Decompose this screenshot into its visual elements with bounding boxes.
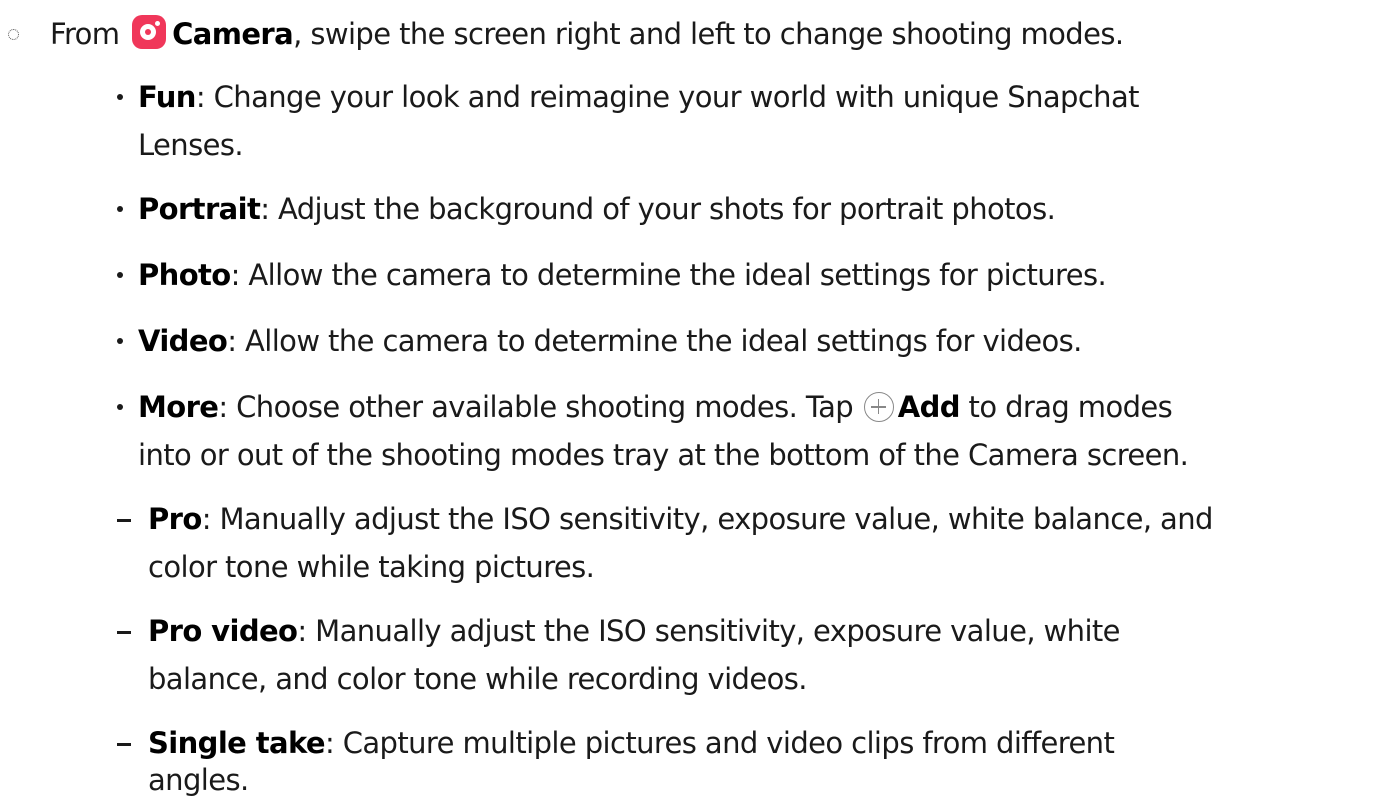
sub-bullet-dash: [117, 631, 131, 634]
add-label: Add: [897, 390, 961, 424]
intro-prefix: From: [50, 17, 120, 51]
mode-desc-cont: into or out of the shooting modes tray a…: [138, 438, 1189, 472]
submode-desc: : Manually adjust the ISO sensitivity, e…: [297, 614, 1120, 648]
sub-bullet-dash: [117, 519, 131, 522]
submode-desc: : Capture multiple pictures and video cl…: [324, 726, 1115, 760]
mode-desc-end: to drag modes: [968, 390, 1173, 424]
mode-video-line: Video: Allow the camera to determine the…: [138, 321, 1082, 361]
intro-rest: , swipe the screen right and left to cha…: [293, 17, 1124, 51]
mode-desc: : Change your look and reimagine your wo…: [195, 80, 1140, 114]
mode-term: Video: [138, 324, 228, 358]
mode-term: Photo: [138, 258, 231, 292]
mode-fun-line1: Fun: Change your look and reimagine your…: [138, 77, 1140, 117]
step-marker-icon: [8, 29, 19, 40]
add-circle-icon: [863, 392, 894, 422]
submode-pro-video-line1: Pro video: Manually adjust the ISO sensi…: [148, 611, 1121, 651]
mode-term: More: [138, 390, 219, 424]
mode-more-line2: into or out of the shooting modes tray a…: [138, 435, 1189, 475]
submode-desc-cont: angles.: [148, 763, 249, 797]
intro-line: From Camera, swipe the screen right and …: [50, 14, 1124, 54]
bullet-dot: [117, 94, 123, 100]
mode-desc: : Allow the camera to determine the idea…: [227, 324, 1082, 358]
bullet-dot: [117, 404, 123, 410]
camera-app-icon: [132, 15, 167, 49]
bullet-dot: [117, 272, 123, 278]
mode-desc: : Allow the camera to determine the idea…: [230, 258, 1107, 292]
submode-pro-line2: color tone while taking pictures.: [148, 547, 595, 587]
bullet-dot: [117, 206, 123, 212]
mode-fun-line2: Lenses.: [138, 125, 244, 165]
submode-single-take-line1: Single take: Capture multiple pictures a…: [148, 723, 1115, 763]
submode-pro-line1: Pro: Manually adjust the ISO sensitivity…: [148, 499, 1213, 539]
submode-term: Pro video: [148, 614, 298, 648]
submode-term: Single take: [148, 726, 326, 760]
submode-desc: : Manually adjust the ISO sensitivity, e…: [201, 502, 1214, 536]
sub-bullet-dash: [117, 743, 131, 746]
mode-desc: : Choose other available shooting modes.…: [218, 390, 854, 424]
submode-desc-cont: color tone while taking pictures.: [148, 550, 595, 584]
mode-portrait-line: Portrait: Adjust the background of your …: [138, 189, 1056, 229]
submode-pro-video-line2: balance, and color tone while recording …: [148, 659, 807, 699]
mode-photo-line: Photo: Allow the camera to determine the…: [138, 255, 1107, 295]
mode-term: Portrait: [138, 192, 261, 226]
submode-term: Pro: [148, 502, 202, 536]
mode-more-line1: More: Choose other available shooting mo…: [138, 387, 1173, 427]
mode-term: Fun: [138, 80, 196, 114]
bullet-dot: [117, 338, 123, 344]
submode-desc-cont: balance, and color tone while recording …: [148, 662, 807, 696]
mode-desc-cont: Lenses.: [138, 128, 244, 162]
mode-desc: : Adjust the background of your shots fo…: [260, 192, 1056, 226]
camera-app-name: Camera: [172, 17, 294, 51]
submode-single-take-line2: angles.: [148, 760, 249, 798]
